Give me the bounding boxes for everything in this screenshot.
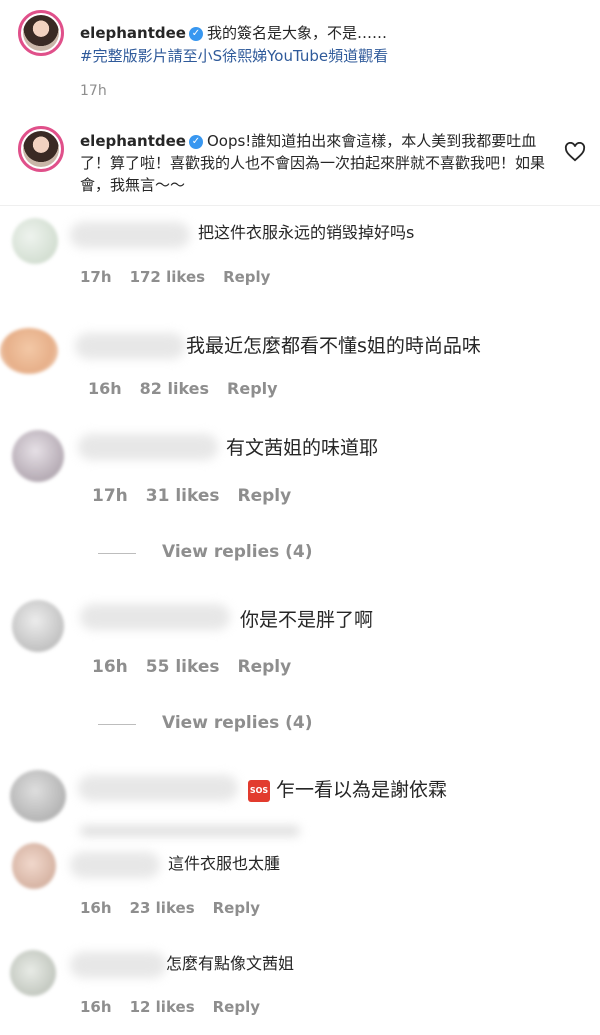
comment-text: 有文茜姐的味道耶 — [226, 437, 379, 459]
commenter-avatar[interactable] — [12, 218, 58, 264]
comment-likes[interactable]: 12 likes — [130, 998, 195, 1016]
cropped-meta-blurred — [80, 826, 300, 836]
commenter-avatar[interactable] — [10, 950, 56, 996]
reply-button[interactable]: Reply — [213, 998, 260, 1016]
comment-meta: 16h 23 likes Reply — [80, 899, 278, 917]
comment-time: 16h — [80, 998, 112, 1016]
comment-time: 16h — [80, 899, 112, 917]
commenter-avatar[interactable] — [10, 770, 66, 822]
commenter-avatar[interactable] — [0, 328, 58, 374]
reply-button[interactable]: Reply — [238, 657, 292, 677]
sos-emoji-icon: SOS — [248, 779, 270, 802]
caption-line: elephantdee ✓ 我的簽名是大象，不是…… — [80, 22, 387, 44]
reply-button[interactable]: Reply — [213, 899, 260, 917]
caption-hashtag[interactable]: #完整版影片請至小S徐熙娣YouTube頻道觀看 — [80, 45, 388, 66]
commenter-name-blurred — [70, 222, 190, 248]
reply-button[interactable]: Reply — [227, 379, 278, 398]
view-replies-button[interactable]: View replies (4) — [162, 542, 313, 562]
heart-icon[interactable] — [564, 142, 586, 162]
avatar-elephantdee[interactable] — [18, 10, 64, 56]
divider — [0, 205, 600, 206]
reply-username[interactable]: elephantdee — [80, 132, 186, 150]
commenter-avatar[interactable] — [12, 430, 64, 482]
comment-time: 16h — [92, 657, 128, 677]
reply-button[interactable]: Reply — [223, 268, 270, 286]
comment-text-line: SOS 乍一看以為是謝依霖 — [248, 775, 447, 802]
comment-meta: 16h 12 likes Reply — [80, 998, 278, 1016]
comment-text: 你是不是胖了啊 — [240, 609, 374, 631]
comment-meta: 16h 55 likes Reply — [92, 657, 309, 677]
commenter-avatar[interactable] — [12, 600, 64, 652]
comment-likes[interactable]: 23 likes — [130, 899, 195, 917]
comment-text: 乍一看以為是謝依霖 — [276, 779, 448, 801]
comment-meta: 17h 31 likes Reply — [92, 486, 309, 506]
commenter-name-blurred — [78, 434, 218, 460]
reply-button[interactable]: Reply — [238, 486, 292, 506]
commenter-name-blurred — [78, 775, 238, 801]
caption-text: 我的簽名是大象，不是…… — [206, 24, 387, 42]
comment-likes[interactable]: 31 likes — [146, 486, 220, 506]
view-replies-button[interactable]: View replies (4) — [162, 713, 313, 733]
commenter-name-blurred — [70, 852, 160, 878]
comment-likes[interactable]: 55 likes — [146, 657, 220, 677]
verified-badge-icon: ✓ — [188, 134, 203, 149]
verified-badge-icon: ✓ — [188, 26, 203, 41]
comment-time: 17h — [92, 486, 128, 506]
caption-username[interactable]: elephantdee — [80, 24, 186, 42]
comment-text: 這件衣服也太腫 — [168, 854, 281, 873]
comment-text: 我最近怎麼都看不懂s姐的時尚品味 — [186, 335, 481, 357]
commenter-name-blurred — [75, 333, 185, 359]
commenter-name-blurred — [70, 952, 166, 978]
avatar-elephantdee-reply[interactable] — [18, 126, 64, 172]
caption-time: 17h — [80, 83, 107, 99]
comment-text: 把这件衣服永远的销毁掉好吗s — [198, 223, 415, 242]
commenter-avatar[interactable] — [12, 843, 56, 889]
commenter-name-blurred — [80, 604, 230, 630]
comment-text: 怎麼有點像文茜姐 — [166, 954, 295, 973]
comment-meta: 17h 172 likes Reply — [80, 268, 288, 286]
comment-likes[interactable]: 172 likes — [130, 268, 206, 286]
comment-meta: 16h 82 likes Reply — [88, 379, 296, 398]
comment-time: 17h — [80, 268, 112, 286]
replies-line — [98, 553, 136, 554]
comment-likes[interactable]: 82 likes — [140, 379, 209, 398]
owner-reply: elephantdee ✓ Oops!誰知道拍出來會這樣，本人美到我都要吐血了！算了… — [80, 130, 550, 196]
comment-time: 16h — [88, 379, 122, 398]
replies-line — [98, 724, 136, 725]
